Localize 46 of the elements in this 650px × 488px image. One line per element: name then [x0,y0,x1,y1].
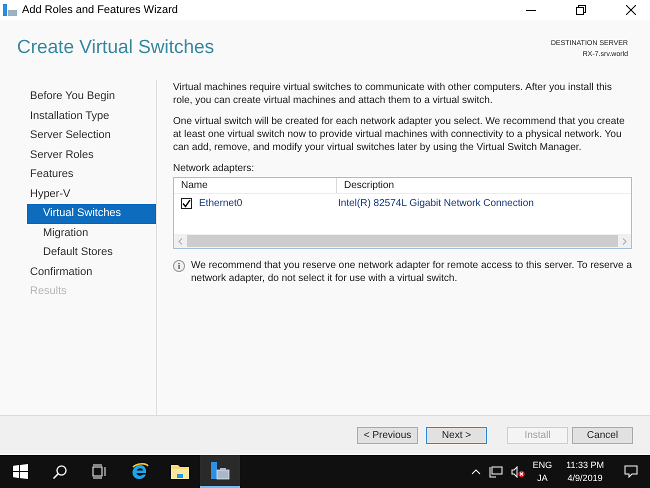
input-language[interactable]: ENG [532,458,552,472]
nav-item[interactable]: Confirmation [27,262,156,282]
clock-date[interactable]: 4/9/2019 [568,472,603,484]
adapter-description: Intel(R) 82574L Gigabit Network Connection [337,196,534,210]
window-title: Add Roles and Features Wizard [22,2,178,18]
maximize-icon[interactable] [576,5,586,15]
nav-item[interactable]: Virtual Switches [27,204,156,224]
description-text: Virtual machines require virtual switches to communicate with other computers. After you install this role, you can create virtual machines and attach them to a virtual switch. [173,81,613,107]
nav-item[interactable]: Server Roles [27,146,156,165]
chevron-up-icon [470,468,481,476]
column-header[interactable]: Name [174,178,337,193]
taskbar-button[interactable] [200,455,240,488]
note-text: We recommend that you reserve one network adapter for remote access to this server. To reserve a network adapter, do not select it for use with a virtual switch. [191,259,632,285]
task-view-icon [92,464,108,479]
page-title: Create Virtual Switches [17,38,214,60]
search-icon [52,464,68,480]
notification-icon [624,465,638,478]
network-adapters-label: Network adapters: [173,162,256,175]
column-header[interactable]: Description [337,178,631,193]
server-manager-icon [209,460,231,480]
app-icon [3,4,17,16]
nav-item[interactable]: Server Selection [27,126,156,146]
nav-item[interactable]: Hyper-V [27,184,156,204]
nav-item[interactable]: Installation Type [27,106,156,126]
nav-item[interactable]: Before You Begin [27,87,156,106]
wizard-button[interactable]: Next > [426,427,487,444]
windows-icon [12,464,28,479]
wizard-button[interactable]: < Previous [357,427,418,444]
clock-time[interactable]: 11:33 PM [566,458,604,472]
scroll-right-icon [622,238,627,244]
adapter-name: Ethernet0 [199,196,242,210]
horizontal-scrollbar[interactable] [174,234,631,248]
folder-icon [170,463,190,480]
browser-icon [130,462,150,482]
speaker-muted-icon [510,466,525,478]
description-text: One virtual switch will be created for each network adapter you select. We recommend that you create at least one virtual switch now to provide virtual machines with connectivity to a physical network. You can add, remove, and modify your virtual switches later by using the Virtual Switch Manager. [173,115,626,154]
close-icon[interactable] [626,5,636,15]
nav-item[interactable]: Migration [27,224,156,243]
info-icon [173,260,185,272]
input-language[interactable]: JA [537,472,548,484]
network-icon [488,466,503,478]
nav-item[interactable]: Default Stores [27,243,156,262]
checkbox[interactable] [181,198,192,208]
nav-item[interactable]: Features [27,165,156,184]
wizard-button[interactable]: Cancel [572,427,633,444]
scroll-left-icon [178,238,183,244]
